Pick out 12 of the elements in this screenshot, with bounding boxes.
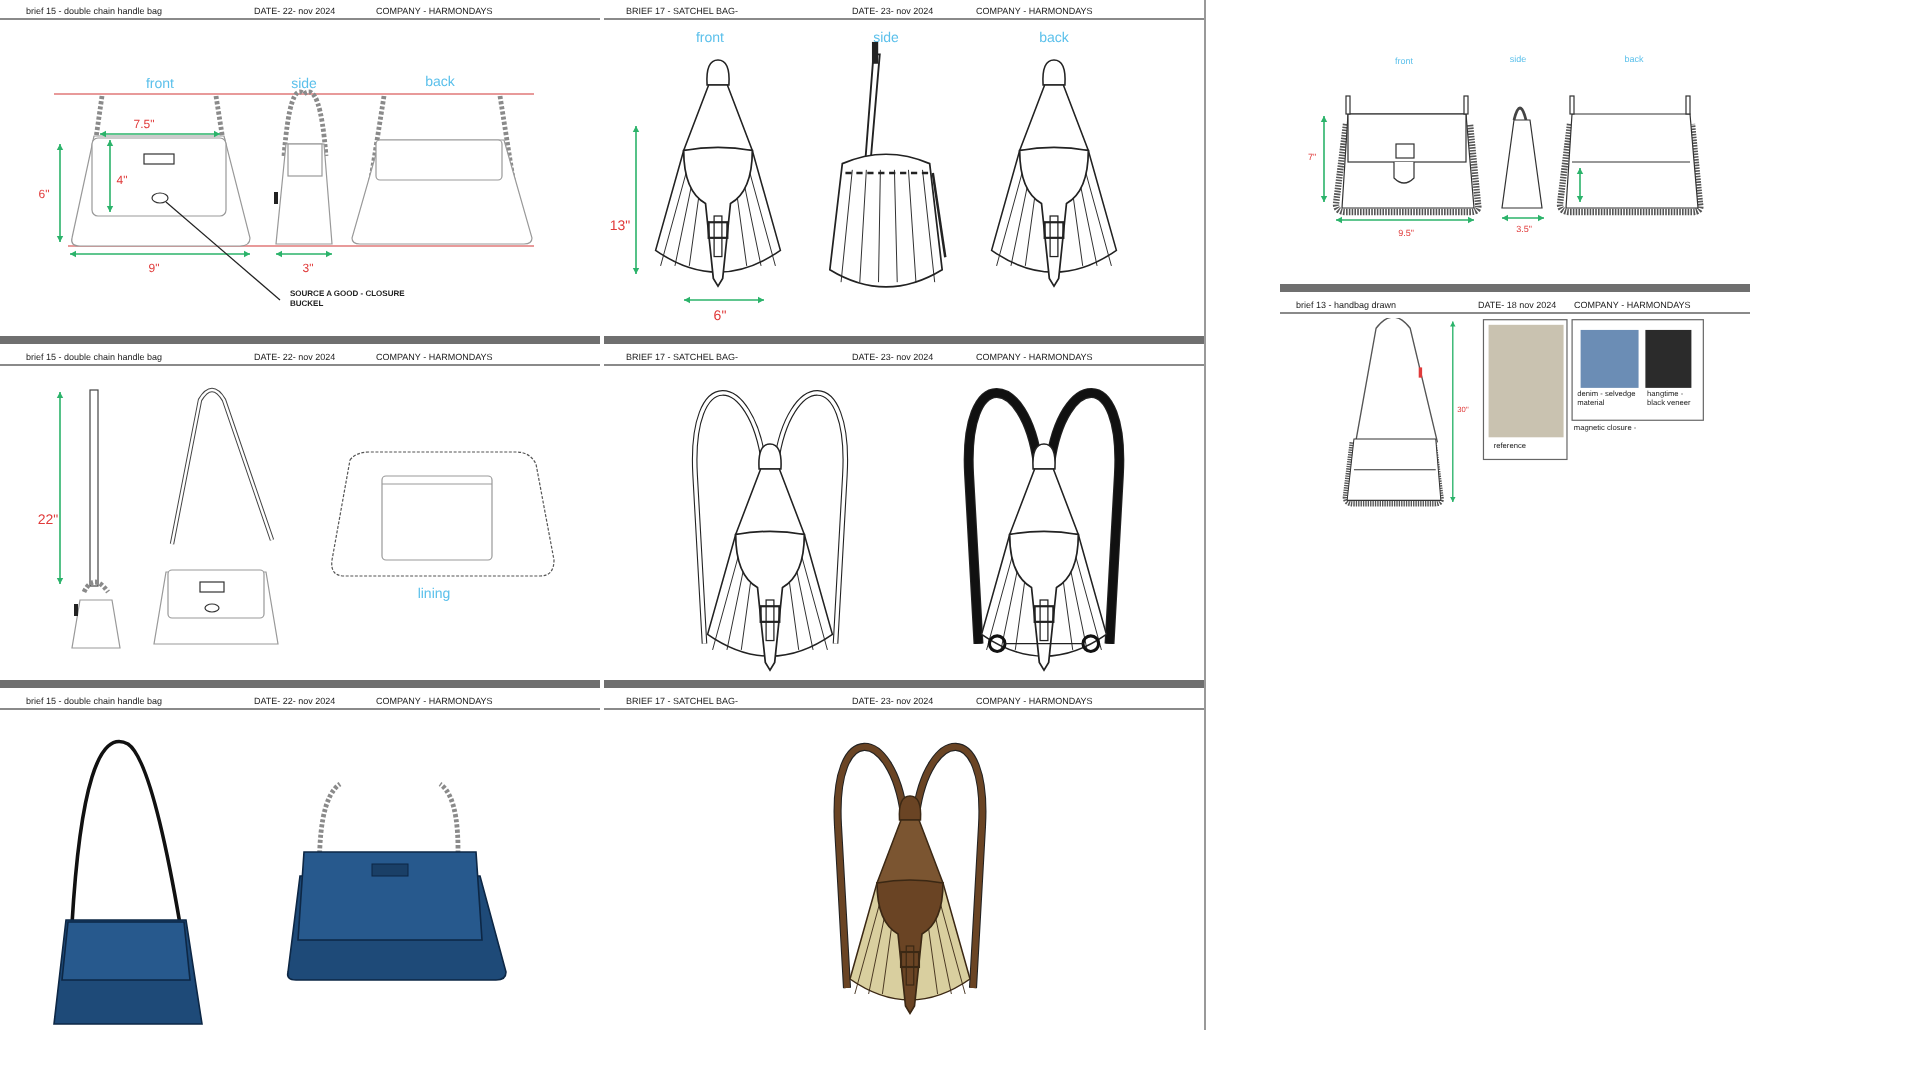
dimension-arrow: [1576, 167, 1584, 203]
dimension-arrow: [275, 250, 333, 258]
leader-line: [165, 201, 281, 301]
leather-swatch: [1645, 329, 1692, 388]
dimension-arrow: [1335, 216, 1475, 224]
denim-swatch: [1580, 329, 1639, 388]
dimension-arrow: [56, 143, 64, 243]
dimension-arrow: [1501, 214, 1545, 222]
dimension-arrow: [1320, 115, 1328, 203]
dimension-arrow: [683, 296, 765, 304]
bag-drawing: [1501, 106, 1543, 209]
photo-placeholder: [1488, 324, 1564, 438]
